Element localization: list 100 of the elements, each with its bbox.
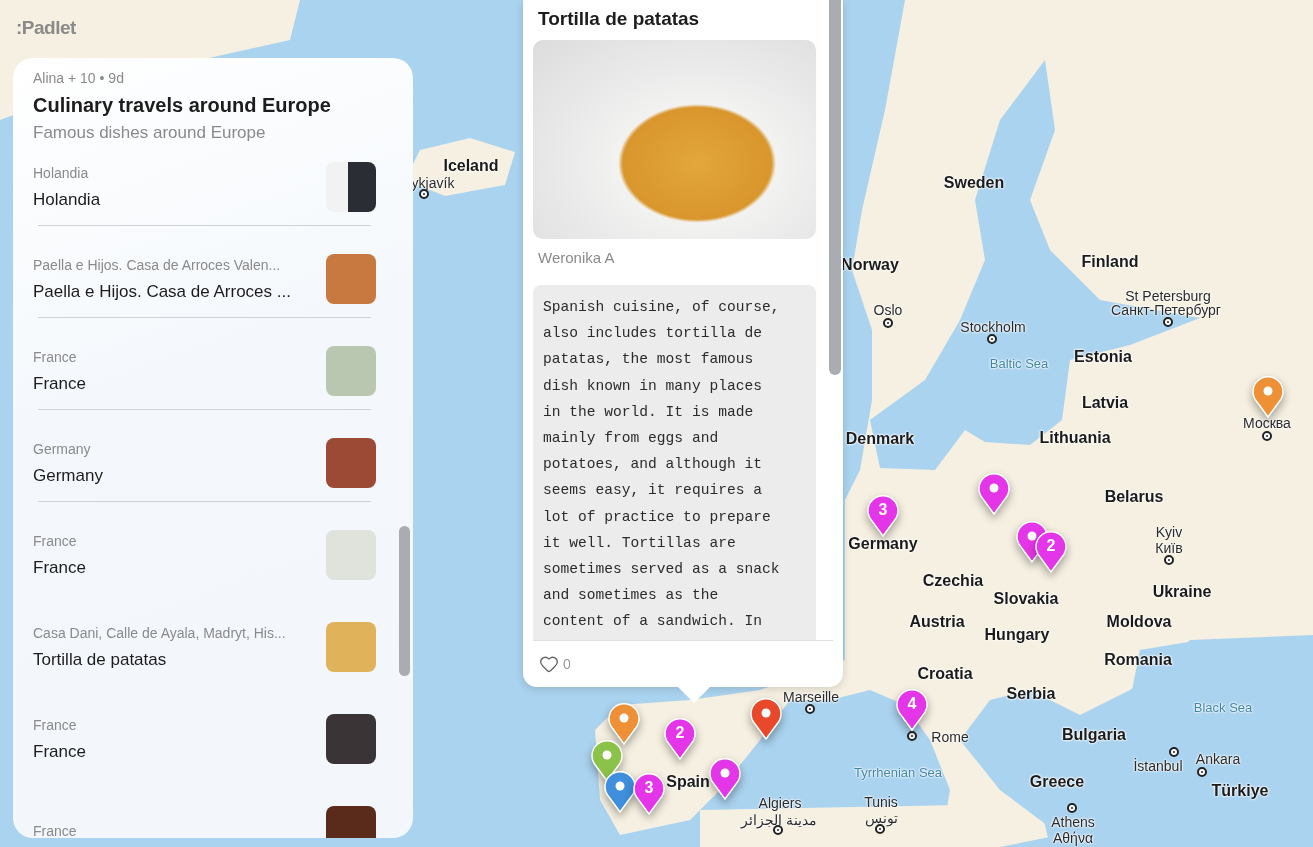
city-label: تونس bbox=[864, 810, 898, 826]
country-label: Norway bbox=[841, 256, 899, 274]
city-marker-icon bbox=[987, 334, 997, 344]
city-label: İstanbul bbox=[1133, 758, 1183, 774]
city-label: Algiers bbox=[758, 795, 802, 811]
photo-placeholder bbox=[326, 346, 376, 396]
post-item[interactable]: Holandia Holandia bbox=[33, 149, 376, 225]
post-location: Paella e Hijos. Casa de Arroces Valen... bbox=[33, 256, 282, 273]
city-label: Tunis bbox=[864, 794, 898, 810]
country-label: Latvia bbox=[1081, 394, 1129, 412]
post-author: Weronika A bbox=[538, 249, 616, 266]
heart-icon[interactable] bbox=[539, 654, 559, 674]
country-label: Germany bbox=[848, 535, 918, 553]
post-title: Paella e Hijos. Casa de Arroces ... bbox=[33, 281, 292, 302]
like-count: 0 bbox=[563, 656, 571, 672]
photo-placeholder bbox=[326, 714, 376, 764]
post-title: Tortilla de patatas bbox=[33, 649, 168, 670]
padlet-logo: :Padlet bbox=[16, 17, 76, 39]
city-label: Athens bbox=[1051, 814, 1095, 830]
post-title: Tortilla de patatas bbox=[538, 8, 701, 30]
board-title: Culinary travels around Europe bbox=[33, 94, 332, 117]
map-pin[interactable] bbox=[604, 771, 636, 813]
map-pin[interactable]: 3 bbox=[867, 495, 899, 537]
city-marker-icon bbox=[1197, 767, 1207, 777]
post-item[interactable]: Paella e Hijos. Casa de Arroces Valen... Paella e Hijos. Casa de Arroces ... bbox=[33, 241, 376, 317]
city-label: Kyiv bbox=[1155, 524, 1183, 540]
photo-placeholder bbox=[326, 438, 376, 488]
board-description: Famous dishes around Europe bbox=[33, 123, 267, 143]
post-location: Holandia bbox=[33, 164, 90, 181]
country-label: Spain bbox=[666, 773, 710, 791]
map-pin[interactable] bbox=[1252, 376, 1284, 418]
post-title: Germany bbox=[33, 465, 104, 486]
map-pin[interactable] bbox=[750, 698, 782, 740]
country-label: Estonia bbox=[1074, 348, 1132, 366]
city-marker-icon bbox=[805, 704, 815, 714]
country-label: Hungary bbox=[984, 626, 1050, 644]
map-pin[interactable]: 3 bbox=[633, 773, 665, 815]
country-label: Belarus bbox=[1104, 488, 1164, 506]
country-label: Serbia bbox=[1006, 685, 1056, 703]
map-pin[interactable]: 2 bbox=[1035, 531, 1067, 573]
country-label: Bulgaria bbox=[1062, 726, 1126, 744]
city-marker-icon bbox=[1169, 747, 1179, 757]
city-marker-icon bbox=[1067, 803, 1077, 813]
map-pin[interactable]: 2 bbox=[664, 718, 696, 760]
city-label: Ankara bbox=[1195, 751, 1241, 767]
sea-label: Tyrrhenian Sea bbox=[853, 764, 943, 780]
photo-placeholder bbox=[326, 162, 376, 212]
sea-label: Black Sea bbox=[1193, 699, 1253, 715]
post-body: Spanish cuisine, of course, also includes tortilla de patatas, the most famous dish known in many places in the world. It is made mainly from eggs and potatoes, and although it seems easy, it requires a lot of practice to prepare it well. Tortillas are sometimes served as a snack and sometimes as the content of a sandwich. In bbox=[543, 298, 781, 632]
city-label: Rome bbox=[931, 729, 969, 745]
post-title: France bbox=[33, 373, 87, 394]
board-meta: Alina + 10 • 9d bbox=[33, 70, 125, 86]
post-location: France bbox=[33, 716, 78, 733]
country-label: Türkiye bbox=[1211, 782, 1269, 800]
map-pin[interactable] bbox=[709, 758, 741, 800]
country-label: Lithuania bbox=[1039, 429, 1111, 447]
map-pin[interactable] bbox=[591, 740, 623, 782]
city-label: ykjavík bbox=[411, 175, 455, 191]
city-label: Київ bbox=[1155, 540, 1183, 556]
country-label: Ukraine bbox=[1152, 583, 1212, 601]
country-label: Sweden bbox=[943, 174, 1005, 192]
city-label: Москва bbox=[1243, 415, 1291, 431]
city-marker-icon bbox=[419, 189, 429, 199]
city-label: Stockholm bbox=[960, 319, 1026, 335]
post-location: France bbox=[33, 532, 78, 549]
post-location: France bbox=[33, 823, 78, 838]
post-location: Casa Dani, Calle de Ayala, Madryt, His... bbox=[33, 624, 287, 641]
city-label: St Petersburg bbox=[1125, 288, 1211, 304]
country-label: Austria bbox=[909, 613, 965, 631]
photo-placeholder bbox=[326, 622, 376, 672]
post-item[interactable]: Germany Germany bbox=[33, 425, 376, 501]
post-item[interactable]: France France bbox=[33, 517, 376, 593]
scrollbar[interactable] bbox=[829, 0, 841, 375]
country-label: Slovakia bbox=[993, 590, 1059, 608]
map-pin[interactable] bbox=[978, 473, 1010, 515]
city-marker-icon bbox=[1164, 555, 1174, 565]
city-marker-icon bbox=[1163, 317, 1173, 327]
city-marker-icon bbox=[883, 318, 893, 328]
post-item[interactable]: France France bbox=[33, 333, 376, 409]
city-label: Oslo bbox=[873, 302, 903, 318]
city-label: Marseille bbox=[783, 689, 839, 705]
post-title: France bbox=[33, 557, 87, 578]
country-label: Iceland bbox=[443, 157, 499, 175]
country-label: Croatia bbox=[917, 665, 973, 683]
sea-label: Baltic Sea bbox=[989, 355, 1049, 371]
city-label: مدينة الجزائر bbox=[741, 812, 817, 828]
post-location: France bbox=[33, 348, 78, 365]
city-label: Санкт-Петербург bbox=[1111, 302, 1221, 318]
scrollbar[interactable] bbox=[399, 526, 410, 676]
post-title: Holandia bbox=[33, 189, 102, 210]
country-label: Denmark bbox=[845, 430, 915, 448]
post-title: France bbox=[33, 741, 87, 762]
country-label: Moldova bbox=[1106, 613, 1172, 631]
map-pin[interactable] bbox=[608, 703, 640, 745]
post-item[interactable]: Casa Dani, Calle de Ayala, Madryt, His... Tortilla de patatas bbox=[33, 609, 376, 685]
map-pin[interactable]: 4 bbox=[896, 689, 928, 731]
country-label: Greece bbox=[1029, 773, 1085, 791]
country-label: Czechia bbox=[922, 572, 984, 590]
photo-placeholder bbox=[326, 254, 376, 304]
post-item[interactable]: France France bbox=[33, 701, 376, 777]
